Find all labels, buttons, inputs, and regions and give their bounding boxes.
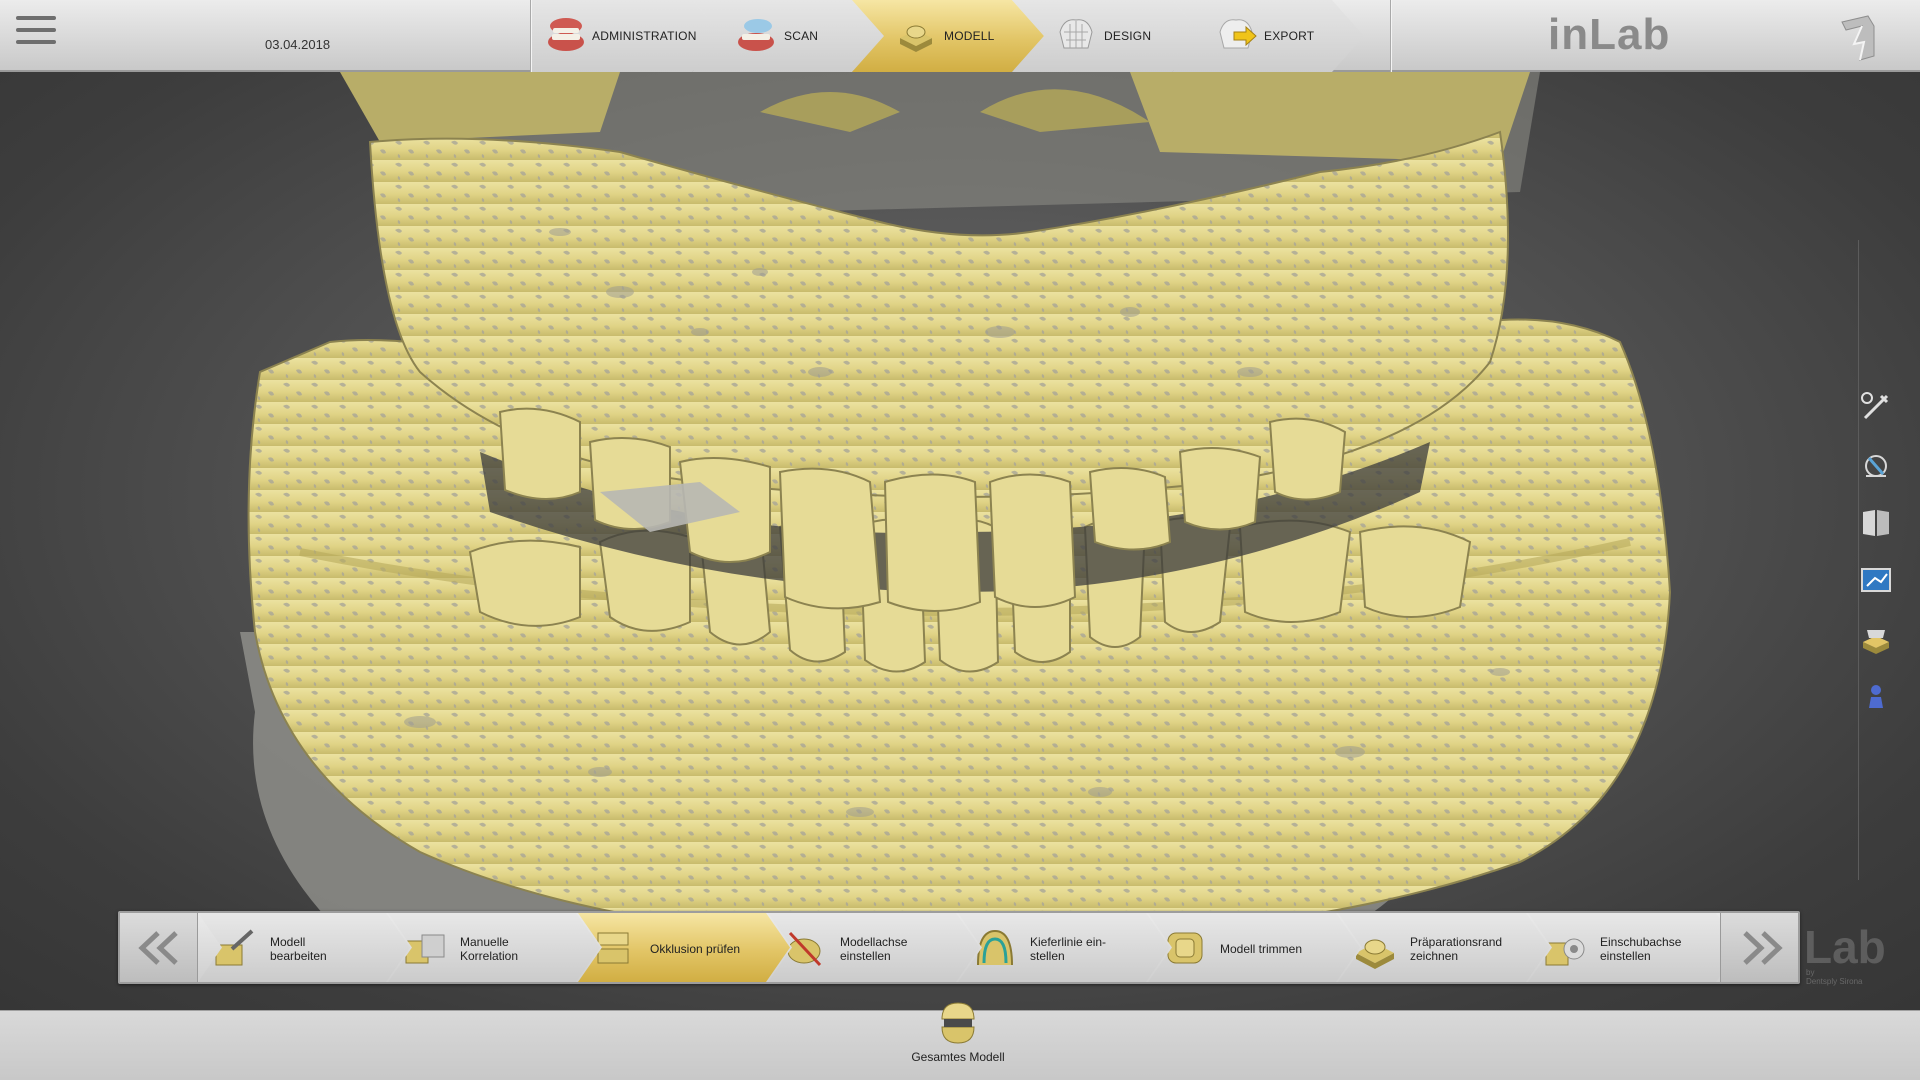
phase-administration[interactable]: ADMINISTRATION (532, 0, 724, 72)
divider (530, 0, 531, 72)
view-icon[interactable] (1859, 448, 1893, 482)
step-kieferlinie-einstellen[interactable]: Kieferlinie ein-stellen (958, 913, 1170, 982)
jaw-model-render (240, 72, 1672, 952)
brand-logo: inLab (1548, 10, 1671, 59)
step-label: Okklusion prüfen (650, 942, 741, 956)
phase-label: EXPORT (1264, 29, 1315, 43)
menu-icon[interactable] (16, 16, 56, 56)
step-label: Modell bearbeiten (270, 935, 327, 963)
full-model-icon (941, 1002, 975, 1044)
library-icon[interactable] (1859, 622, 1893, 656)
step-label: Präparationsrand zeichnen (1410, 935, 1503, 963)
model-viewport[interactable] (0, 72, 1920, 1010)
full-model-button[interactable]: Gesamtes Modell (900, 1002, 1016, 1079)
step-modell-trimmen[interactable]: Modell trimmen (1148, 913, 1360, 982)
step-label: Kieferlinie ein-stellen (1030, 935, 1107, 963)
step-label: Manuelle Korrelation (460, 935, 519, 963)
workflow-steps: Modell bearbeiten Manuelle Korrelation Okk… (198, 913, 1740, 982)
figure-icon[interactable] (1859, 680, 1893, 714)
workflow-next-button[interactable] (1720, 913, 1798, 982)
bottom-bar: Gesamtes Modell (0, 1002, 1920, 1080)
screenshot-icon[interactable] (1859, 564, 1893, 598)
phase-label: MODELL (944, 29, 995, 43)
model-icon (900, 25, 932, 52)
vendor-watermark: by Dentsply Sirona (1806, 968, 1863, 986)
tools-icon[interactable] (1859, 390, 1893, 424)
step-label: Einschubachse einstellen (1600, 935, 1682, 963)
jaw-icon (738, 19, 774, 51)
top-bar: 03.04.2018 ADMINISTRATION SCAN MODELL DE… (0, 0, 1920, 72)
jaw-icon (548, 18, 584, 51)
catalog-icon[interactable] (1859, 506, 1893, 540)
model-edit-icon (215, 929, 254, 966)
divider (1390, 0, 1391, 72)
workflow-previous-button[interactable] (120, 913, 198, 982)
right-toolbar (1858, 240, 1920, 880)
full-model-label: Gesamtes Modell (911, 1050, 1005, 1064)
crown-icon (1059, 19, 1093, 49)
inlab-watermark: Lab (1804, 921, 1886, 973)
phase-label: SCAN (784, 29, 819, 43)
step-label: Modell trimmen (1220, 942, 1303, 956)
step-modell-bearbeiten[interactable]: Modell bearbeiten (198, 913, 410, 982)
phase-label: DESIGN (1104, 29, 1152, 43)
step-einschubachse-einstellen[interactable]: Einschubachse einstellen (1528, 913, 1740, 982)
step-modellachse-einstellen[interactable]: Modellachse einstellen (768, 913, 980, 982)
step-label: Modellachse einstellen (840, 935, 908, 963)
step-praeparationsrand-zeichnen[interactable]: Präparationsrand zeichnen (1338, 913, 1550, 982)
workflow-bar: Modell bearbeiten Manuelle Korrelation Okk… (118, 911, 1800, 984)
export-icon (1219, 19, 1257, 49)
double-chevron-left-icon (138, 931, 178, 965)
step-okklusion-pruefen[interactable]: Okklusion prüfen (578, 913, 790, 982)
phase-steps: ADMINISTRATION SCAN MODELL DESIGN EXPORT (532, 0, 1392, 72)
double-chevron-right-icon (1743, 931, 1783, 965)
lightning-logo-icon[interactable] (1838, 14, 1878, 62)
phase-label: ADMINISTRATION (592, 29, 697, 43)
date-label: 03.04.2018 (265, 37, 331, 52)
step-manuelle-korrelation[interactable]: Manuelle Korrelation (388, 913, 600, 982)
